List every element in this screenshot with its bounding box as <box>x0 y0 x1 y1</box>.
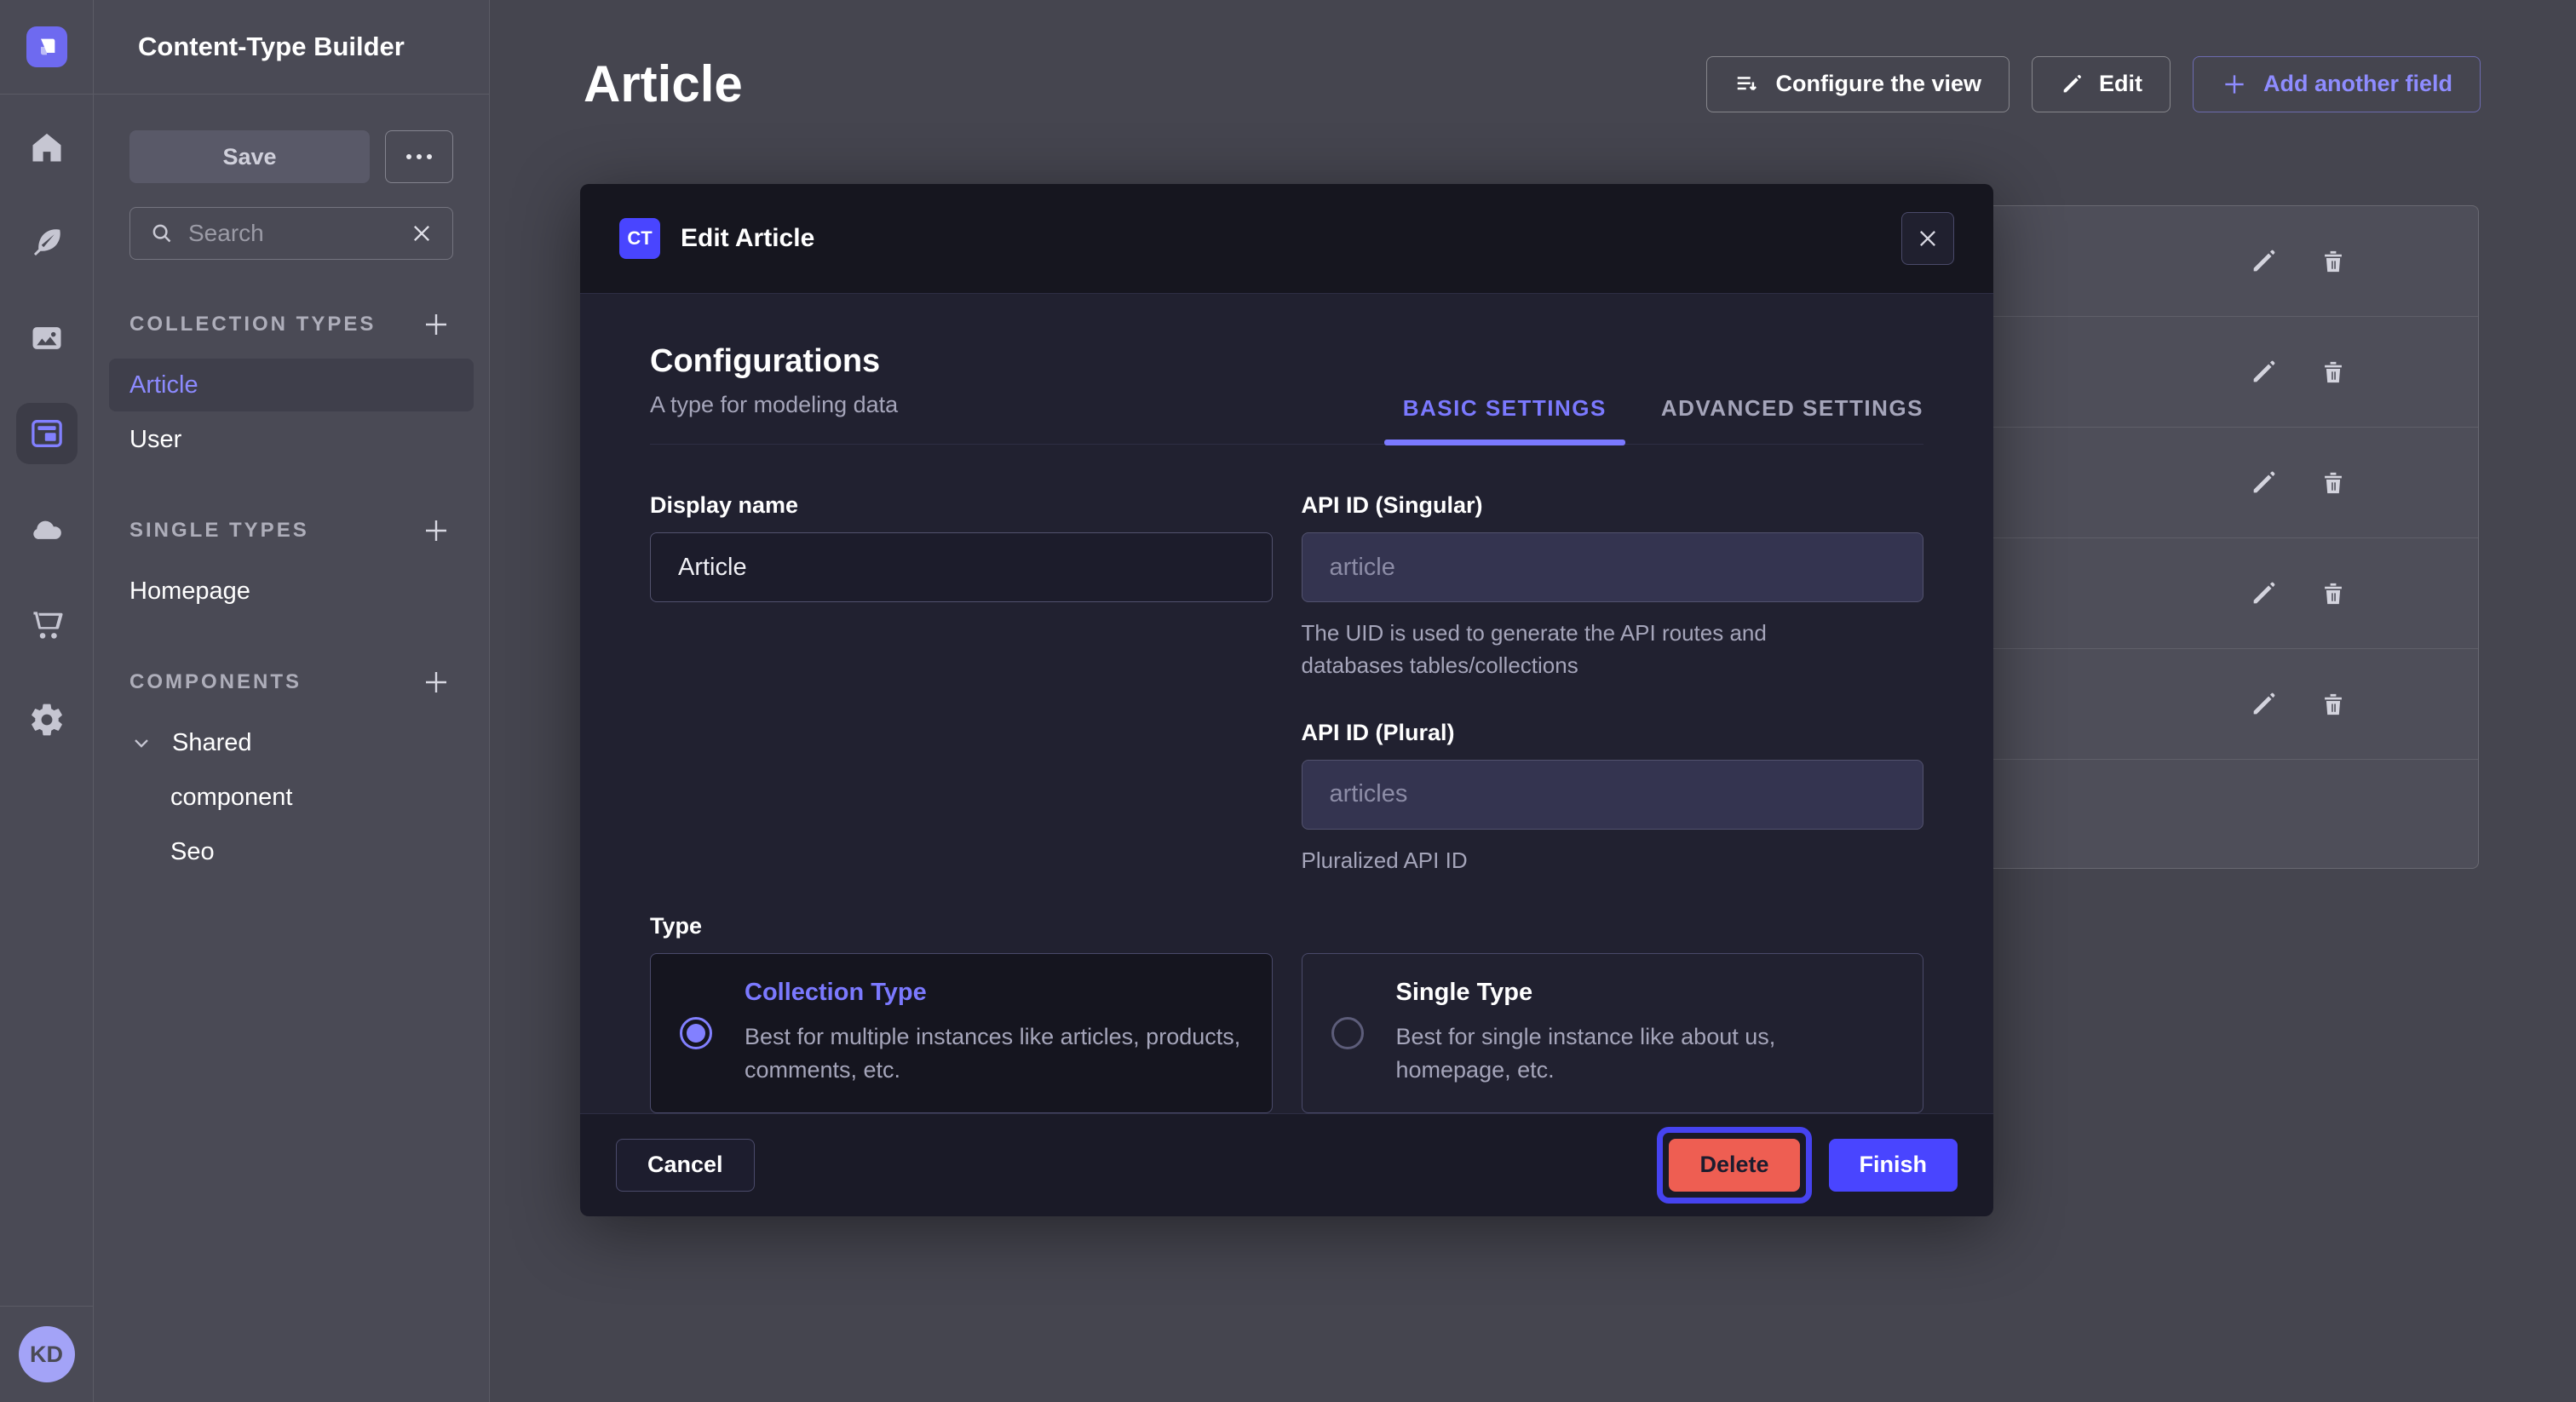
configurations-title: Configurations <box>650 343 898 380</box>
display-name-field[interactable]: Article <box>650 532 1273 602</box>
delete-button[interactable]: Delete <box>1669 1139 1799 1192</box>
sidebar-item-seo[interactable]: Seo <box>109 825 474 878</box>
single-type-description: Best for single instance like about us, … <box>1396 1020 1895 1087</box>
cart-icon[interactable] <box>16 594 78 655</box>
add-single-type-icon[interactable] <box>419 514 453 548</box>
finish-button[interactable]: Finish <box>1829 1139 1958 1192</box>
sidebar: Content-Type Builder Save Search <box>94 0 490 1402</box>
add-component-icon[interactable] <box>419 665 453 699</box>
sidebar-item-shared[interactable]: Shared <box>109 716 474 769</box>
content-type-badge: CT <box>619 218 660 259</box>
api-id-singular-label: API ID (Singular) <box>1302 492 1924 519</box>
type-label: Type <box>650 913 1923 939</box>
configure-view-button[interactable]: Configure the view <box>1706 56 2010 112</box>
section-label-components: COMPONENTS <box>129 670 302 694</box>
sidebar-item-component[interactable]: component <box>109 771 474 824</box>
clear-search-icon[interactable] <box>410 221 434 245</box>
modal-title: Edit Article <box>681 224 814 253</box>
tab-basic-settings[interactable]: BASIC SETTINGS <box>1403 395 1607 444</box>
delete-field-icon[interactable] <box>2314 464 2352 502</box>
rail-footer: KD <box>0 1306 93 1402</box>
sidebar-item-article[interactable]: Article <box>109 359 474 411</box>
more-options-button[interactable] <box>385 130 453 183</box>
chevron-down-icon <box>129 731 153 755</box>
layout-icon[interactable] <box>16 403 78 464</box>
modal-footer: Cancel Delete Finish <box>580 1113 1993 1216</box>
strapi-mark-icon <box>35 35 59 59</box>
app-root: KD Content-Type Builder Save Search <box>0 0 2576 1402</box>
collection-type-title: Collection Type <box>745 979 1243 1007</box>
search-icon <box>149 221 175 246</box>
api-id-plural-helper: Pluralized API ID <box>1302 845 1864 877</box>
rail-header <box>0 0 93 95</box>
delete-field-icon[interactable] <box>2314 575 2352 612</box>
section-label-single-types: SINGLE TYPES <box>129 519 309 543</box>
section-label-collection-types: COLLECTION TYPES <box>129 313 376 336</box>
feather-icon[interactable] <box>16 212 78 273</box>
add-collection-type-icon[interactable] <box>419 307 453 342</box>
home-icon[interactable] <box>16 117 78 178</box>
sidebar-item-label: Shared <box>172 729 252 757</box>
delete-field-icon[interactable] <box>2314 243 2352 280</box>
collection-type-description: Best for multiple instances like article… <box>745 1020 1243 1087</box>
nav-rail: KD <box>0 0 94 1402</box>
edit-field-icon[interactable] <box>2245 686 2282 723</box>
main-actions: Configure the view Edit Add another fiel… <box>1706 56 2481 112</box>
delete-button-highlight: Delete <box>1657 1127 1811 1204</box>
cloud-icon[interactable] <box>16 498 78 560</box>
settings-tabs: BASIC SETTINGS ADVANCED SETTINGS <box>1403 395 1923 444</box>
edit-field-icon[interactable] <box>2245 464 2282 502</box>
api-id-plural-label: API ID (Plural) <box>1302 720 1924 746</box>
configurations-subtitle: A type for modeling data <box>650 392 898 444</box>
avatar[interactable]: KD <box>19 1326 75 1382</box>
display-name-label: Display name <box>650 492 1273 519</box>
tab-advanced-settings[interactable]: ADVANCED SETTINGS <box>1661 395 1923 444</box>
search-placeholder: Search <box>188 220 396 247</box>
configure-icon <box>1734 72 1760 97</box>
pictures-icon[interactable] <box>16 307 78 369</box>
delete-field-icon[interactable] <box>2314 686 2352 723</box>
sidebar-item-user[interactable]: User <box>109 413 474 466</box>
close-icon[interactable] <box>1901 212 1954 265</box>
strapi-logo[interactable] <box>26 26 67 67</box>
api-id-singular-helper: The UID is used to generate the API rout… <box>1302 618 1864 681</box>
gear-icon[interactable] <box>16 689 78 750</box>
radio-unselected-icon <box>1331 1017 1364 1049</box>
pencil-icon <box>2060 72 2084 96</box>
rail-nav <box>16 117 78 1306</box>
add-another-field-button[interactable]: Add another field <box>2193 56 2481 112</box>
modal-body: Configurations A type for modeling data … <box>580 294 1993 1112</box>
edit-field-icon[interactable] <box>2245 353 2282 391</box>
edit-field-icon[interactable] <box>2245 575 2282 612</box>
sidebar-header: Content-Type Builder <box>94 0 489 95</box>
api-id-singular-field[interactable]: article <box>1302 532 1924 602</box>
sidebar-body: Save Search COLLECTI <box>94 95 489 878</box>
cancel-button[interactable]: Cancel <box>616 1139 755 1192</box>
single-type-title: Single Type <box>1396 979 1895 1007</box>
modal-header: CT Edit Article <box>580 184 1993 294</box>
edit-article-modal: CT Edit Article Configurations A type fo… <box>580 184 1993 1216</box>
radio-selected-icon <box>680 1017 712 1049</box>
sidebar-item-homepage[interactable]: Homepage <box>109 565 474 618</box>
delete-field-icon[interactable] <box>2314 353 2352 391</box>
collection-type-option[interactable]: Collection Type Best for multiple instan… <box>650 953 1273 1113</box>
main-header: Article Configure the view Edit <box>490 0 2576 113</box>
save-button[interactable]: Save <box>129 130 370 183</box>
plus-icon <box>2221 71 2248 98</box>
page-title: Article <box>584 55 743 113</box>
single-type-option[interactable]: Single Type Best for single instance lik… <box>1302 953 1924 1113</box>
edit-field-icon[interactable] <box>2245 243 2282 280</box>
app-title: Content-Type Builder <box>138 32 405 62</box>
edit-button[interactable]: Edit <box>2032 56 2171 112</box>
search-input[interactable]: Search <box>129 207 453 260</box>
api-id-plural-field[interactable]: articles <box>1302 760 1924 830</box>
